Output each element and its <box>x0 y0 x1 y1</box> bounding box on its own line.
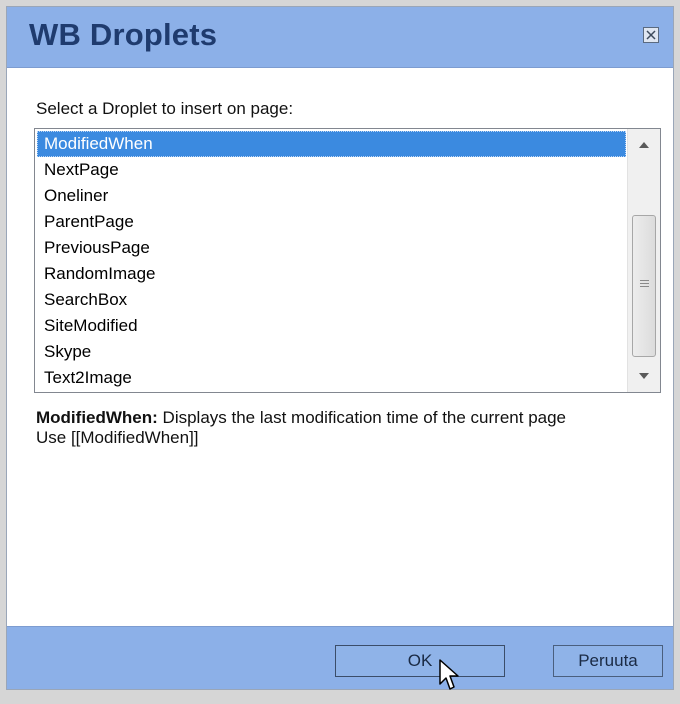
arrow-down-icon <box>639 373 649 379</box>
list-item[interactable]: Oneliner <box>37 183 626 209</box>
button-bar: OK Peruuta <box>7 626 673 689</box>
cancel-button[interactable]: Peruuta <box>553 645 663 677</box>
list-item[interactable]: Skype <box>37 339 626 365</box>
list-item[interactable]: RandomImage <box>37 261 626 287</box>
droplet-description: ModifiedWhen: Displays the last modifica… <box>36 408 666 448</box>
description-name: ModifiedWhen: <box>36 408 158 427</box>
close-icon <box>646 30 656 40</box>
list-item[interactable]: SiteModified <box>37 313 626 339</box>
title-bar[interactable]: WB Droplets <box>7 7 673 68</box>
ok-button[interactable]: OK <box>335 645 505 677</box>
usage-text: Use [[ModifiedWhen]] <box>36 428 199 447</box>
droplets-dialog: WB Droplets Select a Droplet to insert o… <box>6 6 674 690</box>
list-item[interactable]: SearchBox <box>37 287 626 313</box>
list-item[interactable]: Text2Image <box>37 365 626 391</box>
list-item[interactable]: NextPage <box>37 157 626 183</box>
list-item[interactable]: ModifiedWhen <box>37 131 626 157</box>
scroll-up-button[interactable] <box>628 129 660 161</box>
grip-icon <box>640 280 649 289</box>
scroll-down-button[interactable] <box>628 360 660 392</box>
dialog-content: Select a Droplet to insert on page: Modi… <box>7 68 673 627</box>
scroll-thumb[interactable] <box>632 215 656 357</box>
select-prompt: Select a Droplet to insert on page: <box>36 99 294 118</box>
close-button[interactable] <box>643 27 659 43</box>
list-item[interactable]: PreviousPage <box>37 235 626 261</box>
dialog-title: WB Droplets <box>29 17 218 52</box>
droplet-list: ModifiedWhen NextPage Oneliner ParentPag… <box>37 131 626 391</box>
list-item[interactable]: ParentPage <box>37 209 626 235</box>
vertical-scrollbar[interactable] <box>627 129 660 392</box>
droplet-listbox[interactable]: ModifiedWhen NextPage Oneliner ParentPag… <box>34 128 661 393</box>
arrow-up-icon <box>639 142 649 148</box>
description-text: Displays the last modification time of t… <box>157 408 567 427</box>
